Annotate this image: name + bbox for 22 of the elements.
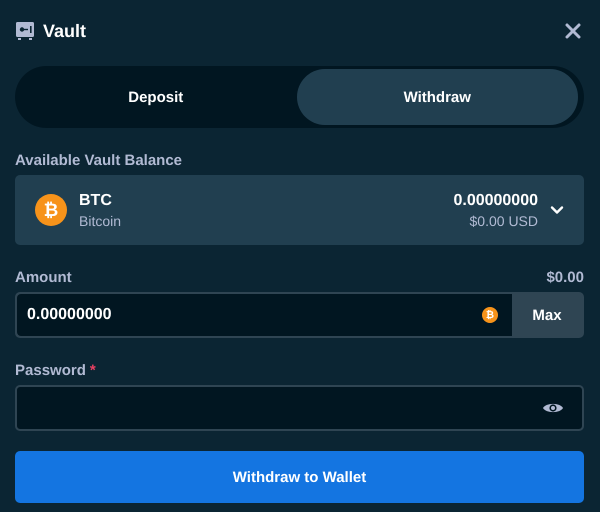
currency-name: Bitcoin xyxy=(79,212,122,228)
withdraw-button[interactable]: Withdraw to Wallet xyxy=(15,451,584,503)
balance-amount: 0.00000000 xyxy=(453,192,538,210)
currency-code: BTC xyxy=(79,192,113,210)
fiat-amount: $0.00 xyxy=(546,269,584,286)
password-field[interactable] xyxy=(15,385,584,431)
tab[interactable]: Deposit xyxy=(15,69,296,125)
bitcoin-icon: ₿ xyxy=(35,194,67,226)
eye-icon[interactable] xyxy=(542,401,564,415)
amount-label: Amount xyxy=(15,269,72,286)
balance-usd: $0.00 USD xyxy=(470,212,538,228)
vault-icon xyxy=(15,21,35,41)
amount-value: 0.00000000 xyxy=(27,306,113,324)
window-title: Vault xyxy=(43,20,88,42)
tab[interactable]: Withdraw xyxy=(296,69,578,125)
required-mark: * xyxy=(90,362,96,379)
balance-label: Available Vault Balance xyxy=(15,152,184,169)
amount-field[interactable]: 0.00000000 ₿ Max xyxy=(15,292,584,338)
currency-selector[interactable]: ₿ BTC Bitcoin 0.00000000 $0.00 USD xyxy=(15,175,584,245)
close-icon[interactable] xyxy=(565,23,581,39)
bitcoin-icon: ₿ xyxy=(482,307,498,323)
password-label: Password xyxy=(15,362,86,379)
